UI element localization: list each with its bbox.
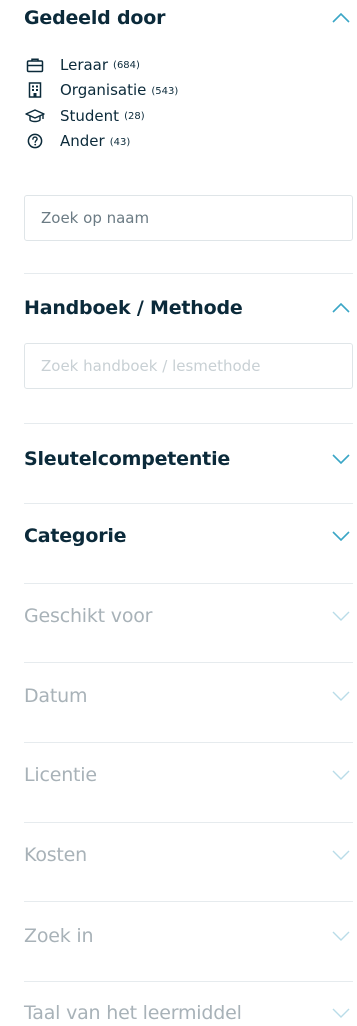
section-header-key-competence[interactable]: Sleutelcompetentie (24, 445, 353, 473)
shared-by-count: (684) (113, 60, 140, 72)
section-title-costs: Kosten (24, 844, 88, 866)
section-title-date: Datum (24, 685, 88, 707)
divider (24, 503, 353, 504)
divider (24, 901, 353, 902)
section-header-search-in[interactable]: Zoek in (24, 922, 353, 950)
divider (24, 583, 353, 584)
section-title-search-in: Zoek in (24, 925, 94, 947)
chevron-down-icon[interactable] (329, 689, 353, 703)
section-header-date[interactable]: Datum (24, 682, 353, 710)
divider (24, 822, 353, 823)
search-handbook-input[interactable] (24, 343, 353, 389)
chevron-down-icon[interactable] (329, 609, 353, 623)
briefcase-icon (24, 56, 46, 74)
shared-by-label: Leraar (60, 55, 109, 74)
chevron-up-icon[interactable] (329, 301, 353, 315)
shared-by-item-organisation[interactable]: Organisatie (543) (24, 78, 324, 104)
shared-by-count: (43) (109, 136, 131, 148)
shared-by-item-student[interactable]: Student (28) (24, 103, 324, 129)
chevron-down-icon[interactable] (329, 452, 353, 466)
chevron-down-icon[interactable] (329, 768, 353, 782)
section-title-suitable-for: Geschikt voor (24, 605, 153, 627)
section-header-license[interactable]: Licentie (24, 761, 353, 789)
section-header-costs[interactable]: Kosten (24, 841, 353, 869)
divider (24, 742, 353, 743)
divider (24, 423, 353, 424)
section-header-category[interactable]: Categorie (24, 522, 353, 550)
shared-by-list: Leraar (684) Organisatie (543) Student (… (24, 52, 324, 154)
shared-by-item-other[interactable]: Ander (43) (24, 129, 324, 155)
chevron-up-icon[interactable] (329, 11, 353, 25)
search-by-name-input[interactable] (24, 195, 353, 241)
chevron-down-icon[interactable] (329, 1006, 353, 1020)
divider (24, 981, 353, 982)
shared-by-count: (28) (124, 111, 145, 123)
shared-by-label: Organisatie (60, 81, 147, 100)
section-title-license: Licentie (24, 764, 97, 786)
section-title-handbook: Handboek / Methode (24, 297, 243, 319)
chevron-down-icon[interactable] (329, 929, 353, 943)
shared-by-label: Student (60, 106, 120, 125)
building-icon (24, 81, 46, 99)
section-header-suitable-for[interactable]: Geschikt voor (24, 602, 353, 630)
section-title-language: Taal van het leermiddel (24, 1002, 242, 1024)
shared-by-item-teacher[interactable]: Leraar (684) (24, 52, 324, 78)
graduation-cap-icon (24, 107, 46, 125)
question-circle-icon (24, 132, 46, 150)
divider (24, 273, 353, 274)
section-header-handbook[interactable]: Handboek / Methode (24, 294, 353, 322)
section-title-category: Categorie (24, 525, 127, 547)
section-header-shared-by[interactable]: Gedeeld door (24, 4, 353, 32)
section-header-language[interactable]: Taal van het leermiddel (24, 1000, 353, 1026)
section-title-shared-by: Gedeeld door (24, 7, 166, 29)
chevron-down-icon[interactable] (329, 848, 353, 862)
shared-by-count: (543) (151, 85, 179, 97)
divider (24, 662, 353, 663)
chevron-down-icon[interactable] (329, 529, 353, 543)
section-title-key-competence: Sleutelcompetentie (24, 448, 231, 470)
shared-by-label: Ander (60, 132, 105, 151)
